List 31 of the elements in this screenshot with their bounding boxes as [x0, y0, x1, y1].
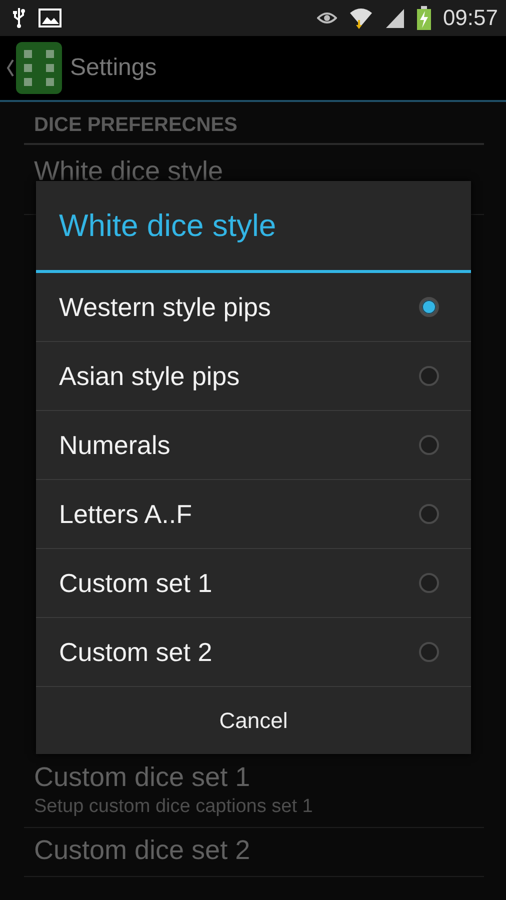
radio-button[interactable] [419, 297, 439, 317]
cancel-button[interactable]: Cancel [36, 687, 471, 754]
section-header: DICE PREFERECNES [24, 102, 484, 145]
clock-time: 09:57 [442, 5, 498, 31]
image-icon [38, 8, 62, 28]
radio-button[interactable] [419, 642, 439, 662]
option-row[interactable]: Numerals [36, 411, 471, 480]
back-icon[interactable] [6, 59, 14, 77]
option-label: Custom set 2 [59, 636, 212, 668]
screen-title: Settings [70, 54, 157, 82]
option-row[interactable]: Western style pips [36, 273, 471, 342]
setting-summary: Setup custom dice captions set 1 [34, 795, 314, 819]
battery-icon [416, 6, 431, 30]
usb-icon [12, 7, 26, 29]
radio-button[interactable] [419, 366, 439, 386]
option-label: Numerals [59, 430, 170, 460]
eye-icon [316, 11, 337, 25]
option-row[interactable]: Custom set 1 [36, 549, 471, 618]
signal-icon [384, 7, 405, 29]
dialog-title: White dice style [36, 181, 471, 273]
wifi-icon [348, 6, 373, 30]
option-row[interactable]: Letters A..F [36, 480, 471, 549]
radio-button[interactable] [419, 435, 439, 455]
option-row[interactable]: Asian style pips [36, 342, 471, 411]
option-label: Asian style pips [59, 360, 240, 392]
radio-button[interactable] [419, 504, 439, 524]
option-label: Custom set 1 [59, 568, 212, 598]
option-label: Letters A..F [59, 498, 192, 530]
radio-button[interactable] [419, 573, 439, 593]
dice-app-icon[interactable] [16, 42, 62, 94]
option-label: Western style pips [59, 292, 271, 322]
